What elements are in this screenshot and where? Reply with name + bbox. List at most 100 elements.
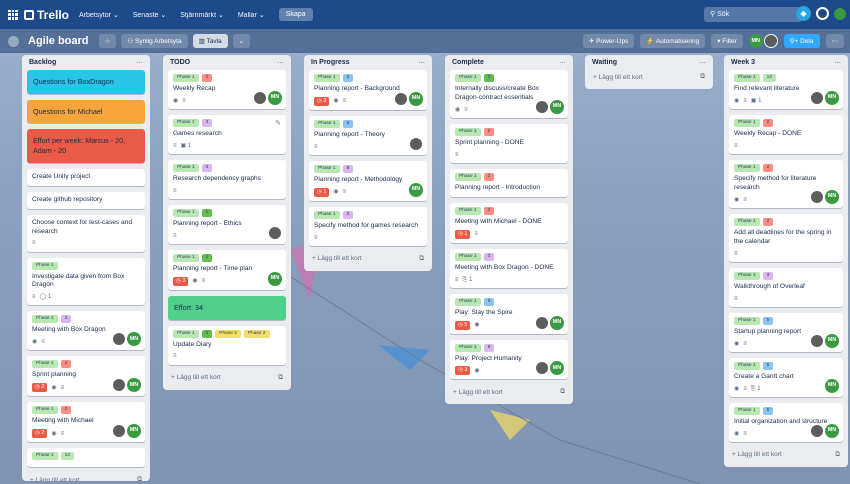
card[interactable]: Phase 1 8 Planning report - Methodology ◷ 1… <box>309 160 427 201</box>
card-label[interactable]: Phase 1 <box>32 315 58 324</box>
card[interactable]: Phase 1 1 Phase 2 Phase 2 Update Diary ≡ <box>168 325 286 365</box>
card[interactable]: Create Unity project <box>27 168 145 186</box>
avatar[interactable] <box>535 361 549 376</box>
card[interactable]: Create github repository <box>27 191 145 209</box>
menu-templates[interactable]: Mallar ⌄ <box>238 11 265 19</box>
card-label[interactable]: Phase 1 <box>173 74 199 82</box>
card[interactable]: Phase 1 2 Meeting with Michael - DONE ◷ 1 ≡ <box>450 202 568 243</box>
card[interactable]: Phase 1 2 Specify method for literature re… <box>729 159 843 208</box>
avatar[interactable]: MN <box>825 423 839 438</box>
avatar[interactable]: MN <box>268 271 282 286</box>
card-label[interactable]: 2 <box>60 406 72 415</box>
card-label[interactable]: 2 <box>201 74 213 82</box>
card[interactable]: Phase 1 5 Create a Gantt chart ◉ ≡ ⎘ 1 MN <box>729 357 843 397</box>
card[interactable]: Phase 1 2 Meeting with Michael ◷ 2 ◉ ≡ MN <box>27 402 145 443</box>
card-label[interactable]: Phase 1 <box>32 406 58 415</box>
card[interactable]: Choose context for test-cases and resear… <box>27 214 145 252</box>
avatar[interactable] <box>535 99 549 114</box>
avatar[interactable]: MN <box>825 378 839 393</box>
card-label[interactable]: Phase 1 <box>314 119 340 128</box>
card[interactable]: Phase 1 5 Initial organization and structu… <box>729 402 843 442</box>
due-date-badge[interactable]: ◷ 3 <box>173 276 189 286</box>
avatar[interactable] <box>810 333 824 348</box>
card-label[interactable]: Phase 1 <box>734 74 760 82</box>
due-date-badge[interactable]: ◷ 1 <box>314 187 330 197</box>
due-date-badge[interactable]: ◷ 2 <box>32 383 48 393</box>
avatar[interactable] <box>268 225 282 240</box>
list-menu-icon[interactable]: ⋯ <box>559 59 566 67</box>
create-button[interactable]: Skapa <box>278 8 313 21</box>
list-title[interactable]: In Progress <box>311 59 350 66</box>
card-label[interactable]: 1 <box>201 329 213 338</box>
list-title[interactable]: TODO <box>170 59 190 66</box>
card-template-icon[interactable]: ⧉ <box>278 374 283 382</box>
card-label[interactable]: 1 <box>483 74 495 82</box>
card[interactable]: Phase 1 5 Planning report - Theory ≡ <box>309 115 427 155</box>
card[interactable]: Phase 1 2 Planning report - Introduction <box>450 168 568 197</box>
card[interactable]: Phase 1 5 Planning report - Background ◷ 3 ◉… <box>309 70 427 110</box>
card-label[interactable]: 1 <box>201 253 213 262</box>
avatar[interactable]: MN <box>550 315 564 330</box>
card-label[interactable]: Phase 1 <box>455 74 481 82</box>
card-label[interactable]: 2 <box>762 118 774 127</box>
card-label[interactable]: 5 <box>342 119 354 128</box>
card-label[interactable]: Phase 1 <box>455 172 481 181</box>
list-menu-icon[interactable]: ⋯ <box>834 59 841 67</box>
card-template-icon[interactable]: ⧉ <box>419 255 424 263</box>
card[interactable]: Questions for BoxDragon <box>27 70 145 94</box>
add-card-button[interactable]: + Lägg till ett kort ⧉ <box>168 371 286 385</box>
avatar[interactable] <box>112 424 126 439</box>
card-label[interactable]: 13 <box>60 452 74 461</box>
share-button[interactable]: ⚲+ Dela <box>783 34 820 48</box>
card-template-icon[interactable]: ⧉ <box>560 388 565 396</box>
card[interactable]: Phase 1 3 Walkthrough of Overleaf ≡ <box>729 267 843 307</box>
card-label[interactable]: 3 <box>483 252 495 261</box>
card-label[interactable]: Phase 1 <box>314 164 340 173</box>
avatar[interactable]: MN <box>409 182 423 197</box>
card[interactable]: Phase 1 3 Meeting with Box Dragon - DONE ≡ ⎘… <box>450 248 568 288</box>
card-label[interactable]: Phase 1 <box>734 271 760 280</box>
card[interactable]: Effort per week: Marcus - 20, Adam - 20 <box>27 129 145 163</box>
visibility-button[interactable]: ⚇ Synlig Arbetsyta <box>121 34 188 48</box>
card[interactable]: Phase 1 2 Weekly Recap - DONE ≡ <box>729 114 843 154</box>
card-label[interactable]: Phase 1 <box>173 163 199 172</box>
list-menu-icon[interactable]: ⋯ <box>418 59 425 67</box>
collapse-sidebar-icon[interactable] <box>8 35 19 47</box>
avatar[interactable] <box>810 423 824 438</box>
board-members[interactable]: MN <box>748 34 778 48</box>
card-template-icon[interactable]: ⧉ <box>137 476 142 481</box>
card-template-icon[interactable]: ⧉ <box>700 73 705 81</box>
card[interactable]: Phase 1 1 Planning report - Ethics ≡ <box>168 204 286 244</box>
card-label[interactable]: Phase 1 <box>455 127 481 136</box>
add-card-button[interactable]: + Lägg till ett kort ⧉ <box>450 385 568 399</box>
add-card-button[interactable]: + Lägg till ett kort ⧉ <box>27 473 145 481</box>
due-date-badge[interactable]: ◷ 5 <box>455 320 471 330</box>
avatar[interactable] <box>535 315 549 330</box>
card-label[interactable]: Phase 1 <box>455 206 481 215</box>
card-label[interactable]: 2 <box>762 163 774 172</box>
list-title[interactable]: Waiting <box>592 59 617 66</box>
avatar[interactable] <box>253 90 267 105</box>
card[interactable]: Phase 1 1 Planning report - Time plan ◷ 3 ◉ ≡… <box>168 249 286 290</box>
card[interactable]: Phase 1 3 Research dependency graphs ≡ <box>168 159 286 199</box>
card-label[interactable]: Phase 1 <box>173 208 199 217</box>
card[interactable]: Effort: 34 <box>168 295 286 320</box>
more-menu-icon[interactable]: ⋯ <box>825 34 844 48</box>
avatar[interactable] <box>810 90 824 105</box>
avatar[interactable]: MN <box>825 189 839 204</box>
board-title[interactable]: Agile board <box>28 35 89 47</box>
card-label[interactable]: 5 <box>342 74 354 82</box>
list-title[interactable]: Backlog <box>29 59 56 66</box>
star-icon[interactable]: ☆ <box>98 34 117 48</box>
due-date-badge[interactable]: ◷ 2 <box>32 429 48 439</box>
card[interactable]: Phase 1 2 Sprint planning - DONE ≡ <box>450 123 568 163</box>
card[interactable]: Phase 1 13 Find relevant literature ◉ ≡ ▣ 1 MN <box>729 70 843 109</box>
card-label[interactable]: Phase 1 <box>32 360 58 369</box>
card-label[interactable]: Phase 1 <box>314 74 340 82</box>
card-label[interactable]: 3 <box>60 315 72 324</box>
card-label[interactable]: 13 <box>762 74 776 82</box>
card-label[interactable]: 5 <box>762 361 774 370</box>
card-label[interactable]: 8 <box>342 164 354 173</box>
due-date-badge[interactable]: ◷ 3 <box>455 366 471 376</box>
view-board-button[interactable]: ▥ Tavla <box>192 34 228 48</box>
